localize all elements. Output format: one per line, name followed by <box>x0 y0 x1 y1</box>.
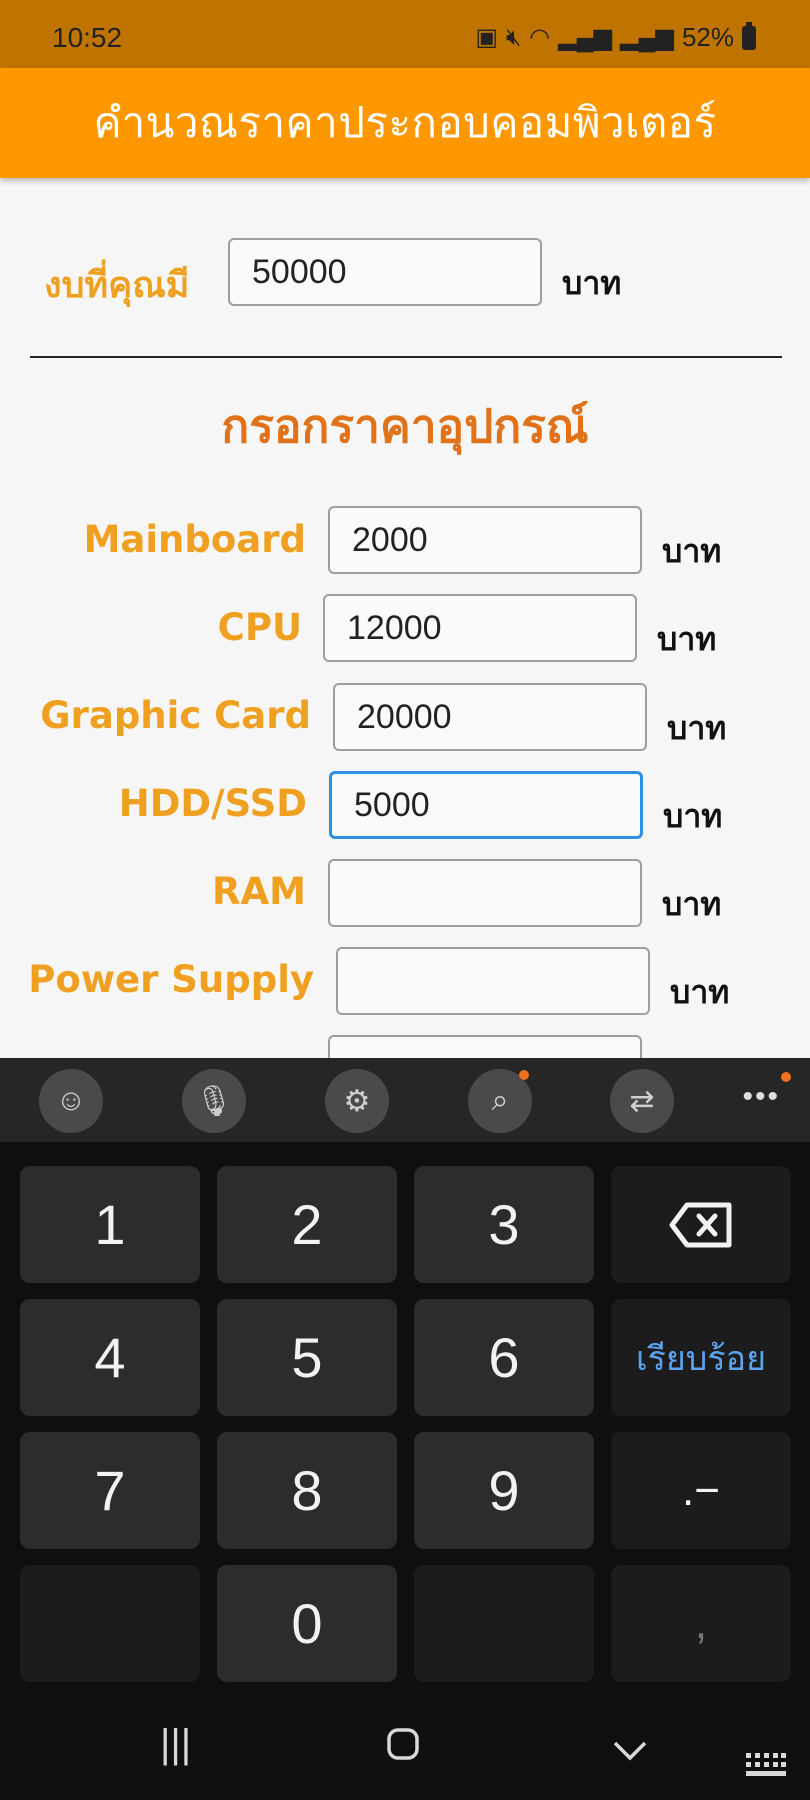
home-icon[interactable] <box>386 1726 420 1771</box>
status-time: 10:52 <box>52 22 123 53</box>
key-1[interactable]: 1 <box>20 1166 200 1283</box>
battery-saver-icon: ▣ <box>475 24 499 51</box>
battery-icon <box>742 21 756 50</box>
power-supply-unit: บาท <box>670 973 730 1011</box>
keyboard-switch-icon[interactable] <box>746 1742 786 1787</box>
wifi-icon: ◠ <box>529 24 551 51</box>
mainboard-value: 2000 <box>352 520 428 559</box>
mainboard-unit: บาท <box>662 532 722 570</box>
key-6[interactable]: 6 <box>414 1299 594 1416</box>
settings-icon[interactable]: ⚙ <box>325 1069 389 1133</box>
hdd-ssd-input[interactable]: 5000 <box>329 771 643 839</box>
mainboard-input[interactable]: 2000 <box>328 506 642 574</box>
graphic-card-unit: บาท <box>667 709 727 747</box>
done-key[interactable]: เรียบร้อย <box>611 1299 791 1416</box>
system-nav-bar: ||| <box>0 1700 810 1800</box>
microphone-icon[interactable]: 🎙︎ <box>182 1069 246 1133</box>
ram-unit: บาท <box>662 885 722 923</box>
comma-key[interactable]: , <box>611 1565 791 1682</box>
ram-input[interactable] <box>328 859 642 927</box>
key-9[interactable]: 9 <box>414 1432 594 1549</box>
signal-icon: ▂▄▆ <box>558 24 613 51</box>
app-bar: คำนวณราคาประกอบคอมพิวเตอร์ <box>0 68 810 178</box>
hdd-ssd-unit: บาท <box>663 797 723 835</box>
budget-unit: บาท <box>562 264 622 302</box>
next-input-partial[interactable] <box>328 1035 642 1058</box>
status-icons: ▣ 🔇︎ ◠ ▂▄▆ ▂▄▆ 52% <box>475 21 756 53</box>
backspace-key[interactable] <box>611 1166 791 1283</box>
battery-percent: 52% <box>681 22 734 52</box>
key-3[interactable]: 3 <box>414 1166 594 1283</box>
more-notification-dot <box>781 1072 791 1082</box>
budget-value: 50000 <box>252 252 347 291</box>
recents-icon[interactable]: ||| <box>160 1722 191 1767</box>
back-chevron-down-icon[interactable] <box>612 1728 648 1773</box>
signal-icon-2: ▂▄▆ <box>620 24 674 51</box>
mainboard-label: Mainboard <box>83 518 306 561</box>
status-bar: 10:52 ▣ 🔇︎ ◠ ▂▄▆ ▂▄▆ 52% <box>0 0 810 68</box>
power-supply-label: Power Supply <box>28 958 314 1001</box>
budget-input[interactable]: 50000 <box>228 238 542 306</box>
cpu-input[interactable]: 12000 <box>323 594 637 662</box>
empty-key-left <box>20 1565 200 1682</box>
key-2[interactable]: 2 <box>217 1166 397 1283</box>
hdd-ssd-label: HDD/SSD <box>118 782 307 825</box>
key-7[interactable]: 7 <box>20 1432 200 1549</box>
ram-label: RAM <box>212 870 306 913</box>
key-8[interactable]: 8 <box>217 1432 397 1549</box>
numeric-keyboard: ☺ 🎙︎ ⚙ ⌕ ⇄ ••• 1 2 3 4 5 6 เรียบร้อย 7 8… <box>0 1058 810 1800</box>
mute-icon: 🔇︎ <box>506 23 522 51</box>
graphic-card-input[interactable]: 20000 <box>333 683 647 751</box>
key-5[interactable]: 5 <box>217 1299 397 1416</box>
emoji-icon[interactable]: ☺ <box>39 1069 103 1133</box>
more-options-icon[interactable]: ••• <box>742 1080 780 1114</box>
keyboard-toolbar: ☺ 🎙︎ ⚙ ⌕ ⇄ ••• <box>0 1058 810 1142</box>
backspace-icon <box>669 1202 732 1247</box>
cpu-value: 12000 <box>347 608 442 647</box>
graphic-card-label: Graphic Card <box>40 694 311 737</box>
translate-icon[interactable]: ⇄ <box>610 1069 674 1133</box>
hdd-ssd-value: 5000 <box>354 785 430 824</box>
key-4[interactable]: 4 <box>20 1299 200 1416</box>
power-supply-input[interactable] <box>336 947 650 1015</box>
budget-label: งบที่คุณมี <box>44 265 190 306</box>
cpu-label: CPU <box>217 606 302 649</box>
graphic-card-value: 20000 <box>357 697 452 736</box>
key-0[interactable]: 0 <box>217 1565 397 1682</box>
empty-key-right <box>414 1565 594 1682</box>
section-title: กรอกราคาอุปกรณ์ <box>221 399 589 453</box>
divider <box>30 356 782 358</box>
form-content: งบที่คุณมี 50000 บาท กรอกราคาอุปกรณ์ Mai… <box>0 178 810 1058</box>
cpu-unit: บาท <box>657 620 717 658</box>
search-notification-dot <box>519 1070 529 1080</box>
app-title: คำนวณราคาประกอบคอมพิวเตอร์ <box>93 98 717 147</box>
symbol-key[interactable]: .− <box>611 1432 791 1549</box>
